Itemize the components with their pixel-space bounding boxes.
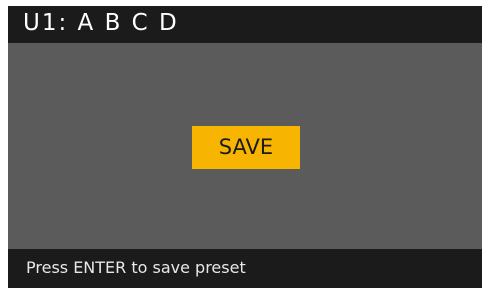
save-button[interactable]: SAVE <box>192 126 300 169</box>
preset-title: U1: A B C D <box>23 10 179 36</box>
footer-bar: Press ENTER to save preset <box>8 249 482 288</box>
header-bar: U1: A B C D <box>8 6 482 43</box>
status-hint: Press ENTER to save preset <box>26 258 246 277</box>
device-screen: U1: A B C D SAVE Press ENTER to save pre… <box>8 6 482 288</box>
